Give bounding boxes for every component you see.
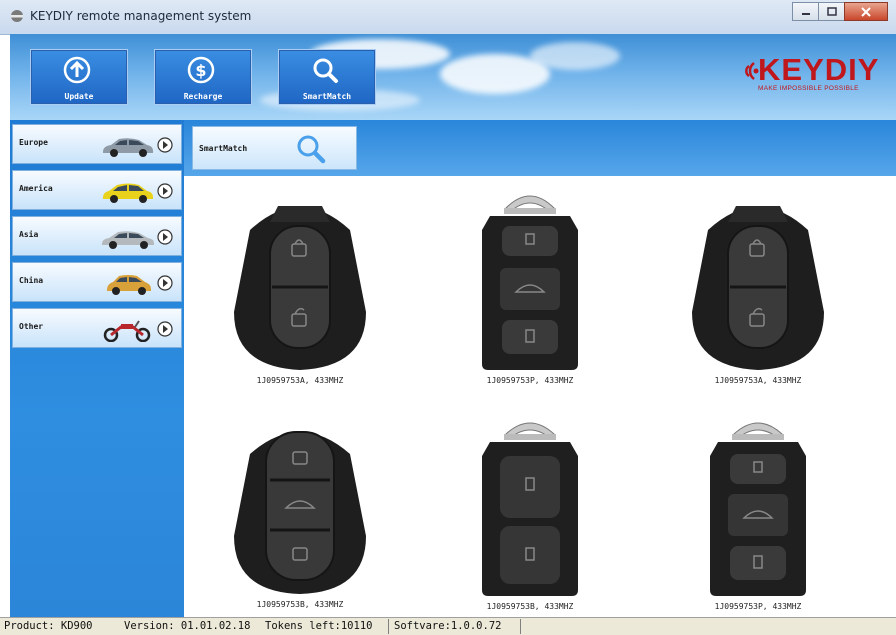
status-software: Softvare:1.0.0.72 bbox=[394, 620, 502, 632]
minimize-button[interactable] bbox=[792, 2, 819, 21]
two-button-key-icon bbox=[234, 206, 366, 370]
key-part-number: 1J0959753P, 433MHZ bbox=[486, 376, 574, 385]
minimize-icon bbox=[801, 12, 810, 15]
key-card[interactable]: 1J0959753A, 433MHZ bbox=[200, 192, 400, 385]
status-version: Version: 01.01.02.18 bbox=[124, 620, 251, 632]
search-icon bbox=[313, 58, 338, 83]
status-product: Product: KD900 bbox=[4, 620, 93, 632]
smartmatch-button[interactable]: SmartMatch bbox=[278, 49, 376, 105]
status-separator bbox=[520, 619, 521, 634]
upload-icon bbox=[63, 56, 91, 84]
car-icon bbox=[103, 183, 153, 203]
sidebar-item-asia[interactable]: Asia bbox=[12, 216, 182, 256]
two-button-key-icon bbox=[482, 422, 578, 596]
key-card[interactable]: 1J0959753B, 433MHZ bbox=[200, 418, 400, 609]
key-part-number: 1J0959753A, 433MHZ bbox=[714, 376, 802, 385]
key-card[interactable]: 1J0959753B, 433MHZ bbox=[430, 414, 630, 611]
arrow-right-icon bbox=[157, 321, 173, 337]
title-bar: KEYDIY remote management system bbox=[0, 0, 896, 35]
main-header: SmartMatch bbox=[184, 120, 896, 176]
three-button-key-icon bbox=[710, 422, 806, 596]
car-icon bbox=[103, 138, 153, 157]
update-label: Update bbox=[64, 92, 94, 101]
close-button[interactable] bbox=[844, 2, 888, 21]
sidebar-item-label: China bbox=[19, 276, 44, 285]
sidebar-item-label: Europe bbox=[19, 138, 48, 147]
logo-wordmark: KEYDIY bbox=[758, 52, 880, 87]
smartmatch-label: SmartMatch bbox=[302, 92, 352, 101]
car-icon bbox=[107, 275, 151, 295]
svg-text:$: $ bbox=[195, 61, 206, 80]
arrow-right-icon bbox=[157, 275, 173, 291]
recharge-button[interactable]: $ Recharge bbox=[154, 49, 252, 105]
tab-label: SmartMatch bbox=[199, 144, 248, 153]
sidebar-item-europe[interactable]: Europe bbox=[12, 124, 182, 164]
key-card[interactable]: 1J0959753P, 433MHZ bbox=[430, 186, 630, 385]
maximize-button[interactable] bbox=[818, 2, 845, 21]
search-icon bbox=[297, 135, 326, 164]
sidebar-item-other[interactable]: Other bbox=[12, 308, 182, 348]
sidebar-item-label: Asia bbox=[19, 230, 39, 239]
status-separator bbox=[388, 619, 389, 634]
main-panel: SmartMatch 1J0959753A, 433MHZ 1J0959753P… bbox=[184, 120, 896, 617]
arrow-right-icon bbox=[157, 137, 173, 153]
sidebar-item-label: Other bbox=[19, 322, 44, 331]
three-button-key-icon bbox=[234, 431, 366, 594]
status-bar: Product: KD900 Version: 01.01.02.18 Toke… bbox=[0, 617, 896, 635]
key-card[interactable]: 1J0959753A, 433MHZ bbox=[658, 192, 858, 385]
car-icon bbox=[102, 231, 154, 249]
signal-icon bbox=[745, 62, 759, 80]
close-icon bbox=[861, 6, 871, 17]
recharge-label: Recharge bbox=[183, 92, 223, 101]
window-title: KEYDIY remote management system bbox=[30, 9, 252, 23]
region-sidebar: Europe America Asia China Other bbox=[10, 120, 184, 617]
motorcycle-icon bbox=[103, 320, 151, 342]
key-part-number: 1J0959753P, 433MHZ bbox=[714, 602, 802, 611]
three-button-key-icon bbox=[482, 195, 578, 370]
key-part-number: 1J0959753B, 433MHZ bbox=[256, 600, 344, 609]
app-icon bbox=[11, 10, 23, 22]
tab-smartmatch[interactable]: SmartMatch bbox=[192, 126, 357, 170]
key-part-number: 1J0959753B, 433MHZ bbox=[486, 602, 574, 611]
logo-tagline: MAKE IMPOSSIBLE POSSIBLE bbox=[758, 85, 859, 92]
maximize-icon bbox=[826, 7, 837, 16]
sidebar-item-america[interactable]: America bbox=[12, 170, 182, 210]
key-card[interactable]: 1J0959753P, 433MHZ bbox=[658, 414, 858, 611]
arrow-right-icon bbox=[157, 183, 173, 199]
header-banner: Update $ Recharge SmartMatch KEYDIY MAKE… bbox=[10, 34, 896, 120]
dollar-icon: $ bbox=[187, 56, 215, 84]
sidebar-item-china[interactable]: China bbox=[12, 262, 182, 302]
keydiy-logo: KEYDIY MAKE IMPOSSIBLE POSSIBLE bbox=[738, 52, 888, 98]
update-button[interactable]: Update bbox=[30, 49, 128, 105]
sidebar-item-label: America bbox=[19, 184, 53, 193]
key-part-number: 1J0959753A, 433MHZ bbox=[256, 376, 344, 385]
status-tokens: Tokens left:10110 bbox=[265, 620, 373, 632]
two-button-key-icon bbox=[692, 206, 824, 370]
arrow-right-icon bbox=[157, 229, 173, 245]
